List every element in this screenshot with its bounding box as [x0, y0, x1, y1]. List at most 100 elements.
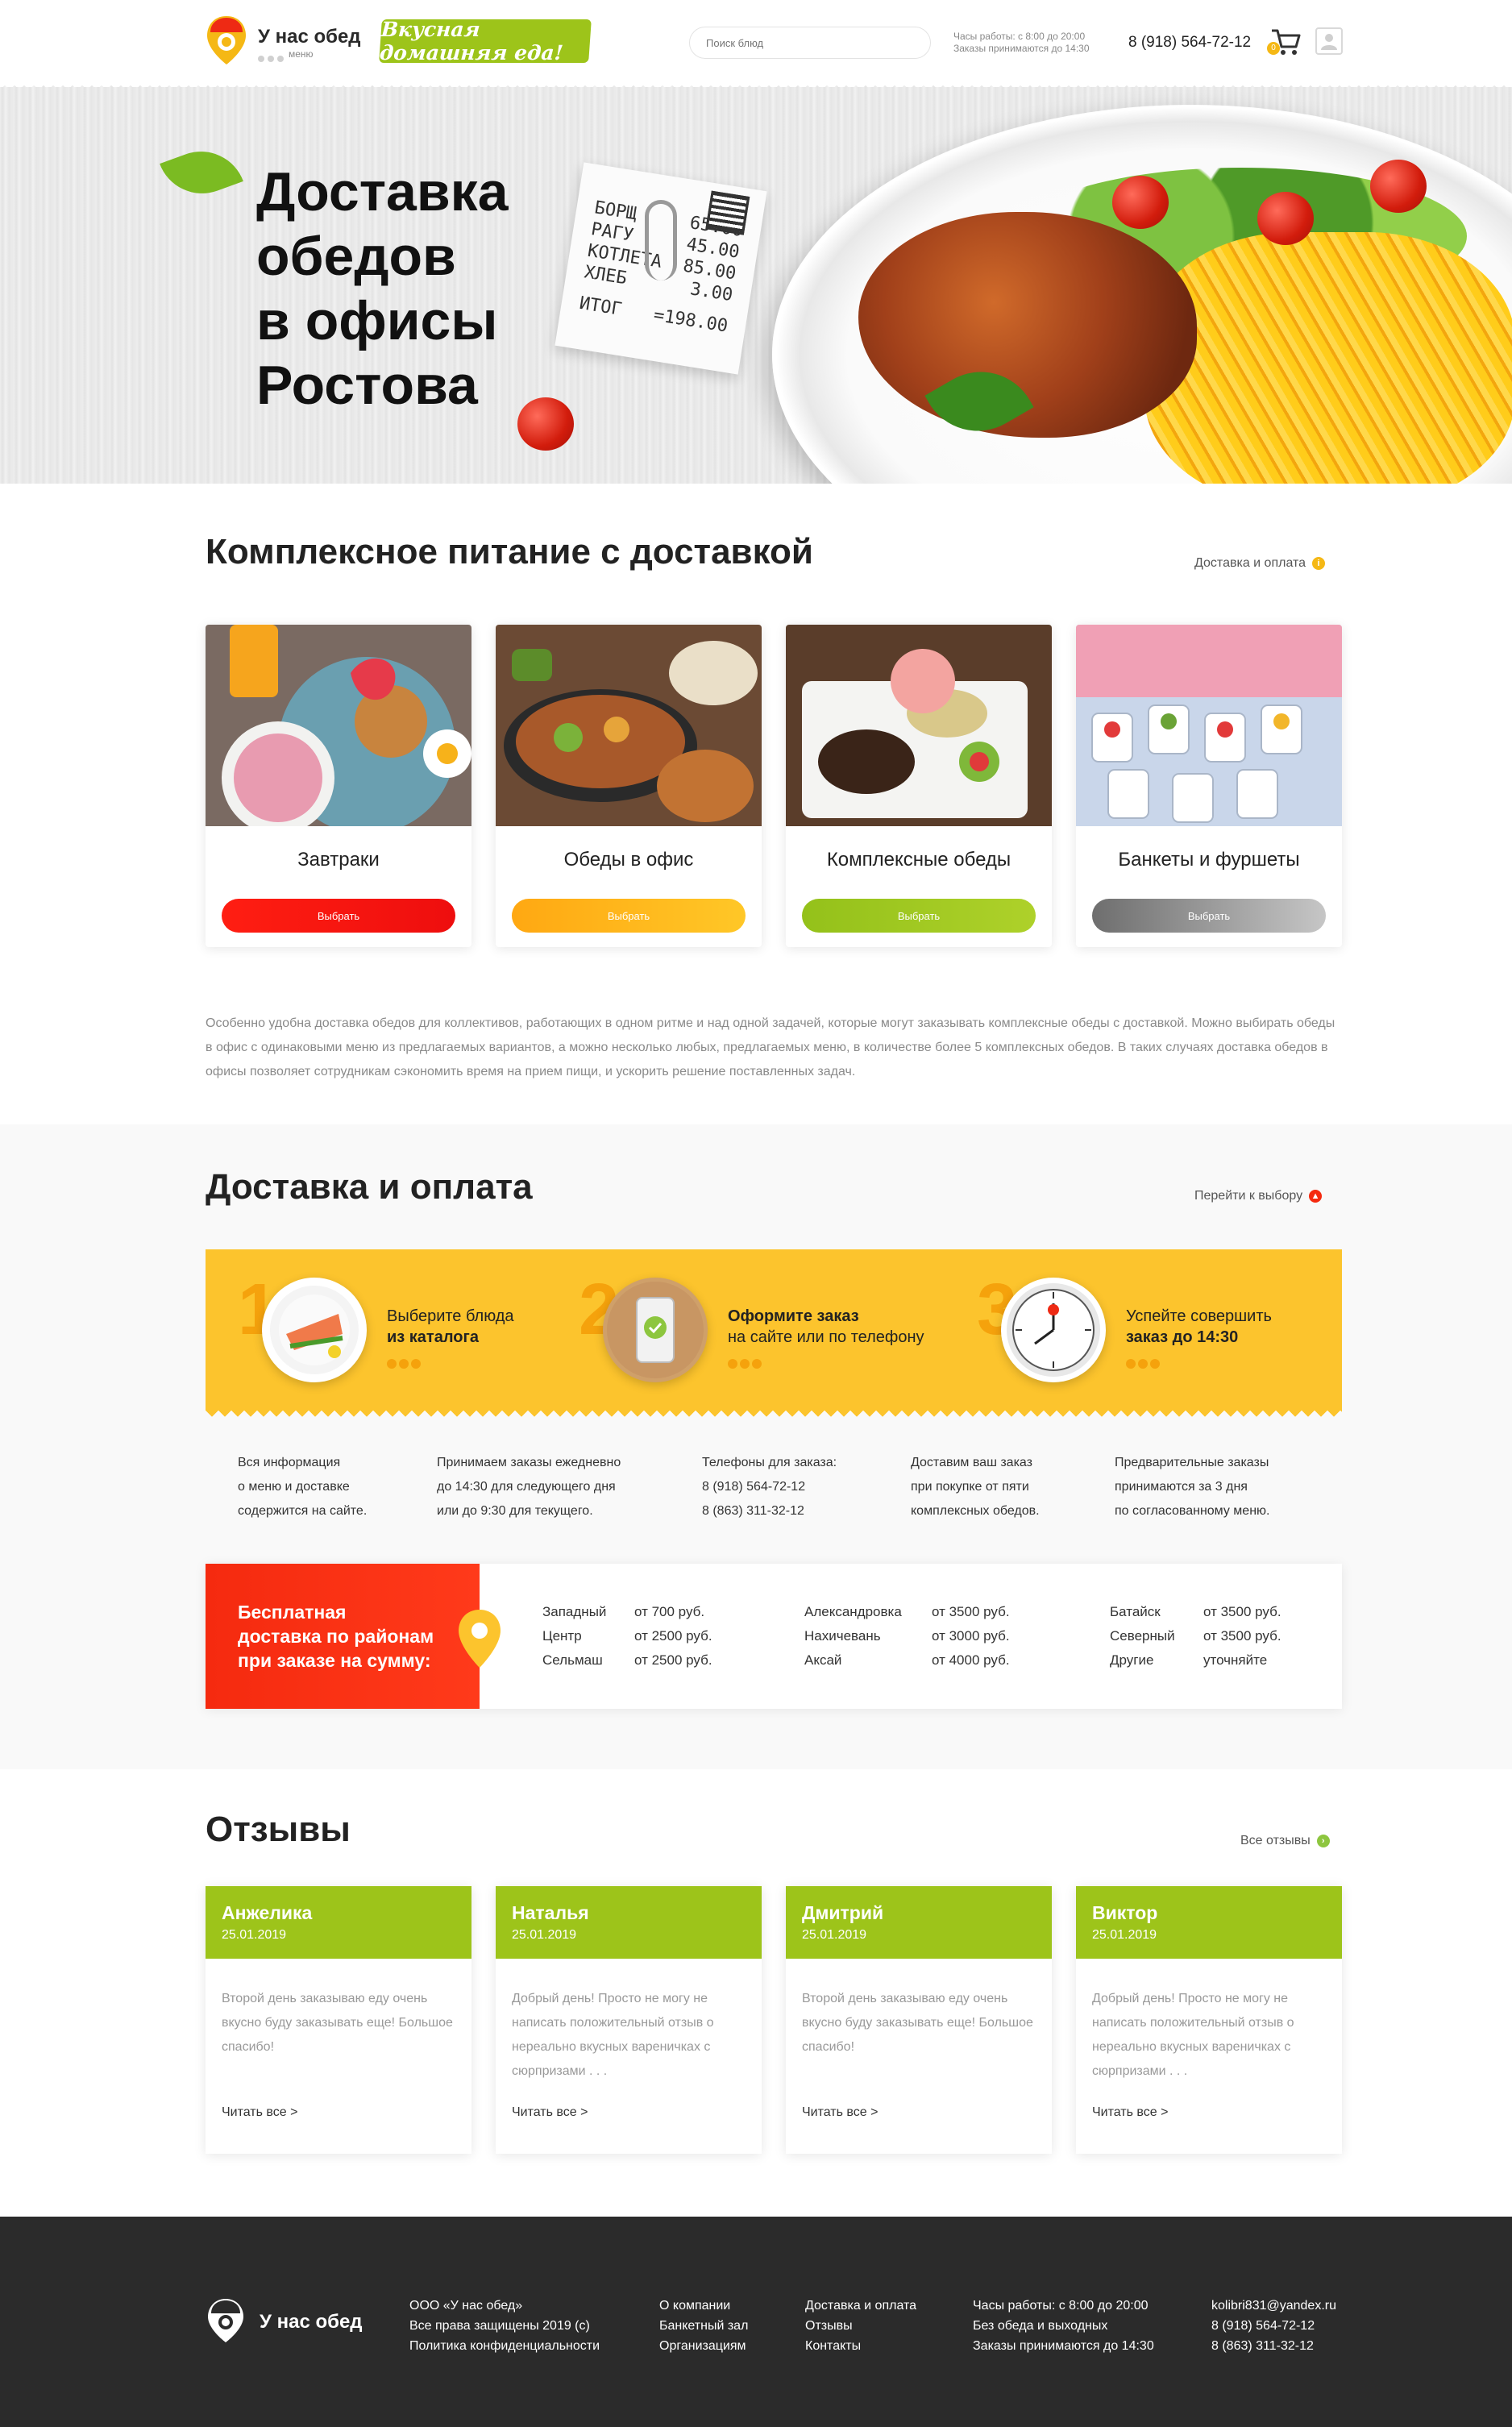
tomato-image	[1257, 192, 1314, 245]
review-header: Виктор 25.01.2019	[1076, 1886, 1342, 1959]
choose-button[interactable]: Выбрать	[802, 899, 1036, 933]
footer-link[interactable]: О компании	[659, 2296, 748, 2316]
review-date: 25.01.2019	[512, 1928, 577, 1942]
category-card-banquet[interactable]: Банкеты и фуршеты Выбрать	[1076, 625, 1342, 947]
footer-privacy-link[interactable]: Политика конфиденциальности	[409, 2336, 600, 2356]
review-author: Наталья	[512, 1902, 589, 1923]
hours-line: Часы работы: с 8:00 до 20:00	[953, 31, 1086, 42]
zone-name: Западный	[542, 1604, 607, 1619]
category-name: Обеды в офис	[563, 849, 694, 871]
all-reviews-link[interactable]: Все отзывы ›	[1240, 1834, 1330, 1848]
zone-name: Аксай	[804, 1652, 842, 1668]
info-icon: i	[1312, 557, 1326, 570]
step-dots	[1126, 1358, 1162, 1373]
delivery-payment-link[interactable]: Доставка и оплата i	[1194, 556, 1326, 571]
info-line[interactable]: 8 (918) 564-72-12	[702, 1475, 837, 1499]
info-line: Доставим ваш заказ	[911, 1456, 1032, 1469]
info-line: по согласованному меню.	[1115, 1504, 1270, 1518]
go-to-selection-link[interactable]: Перейти к выбору ▲	[1194, 1189, 1323, 1203]
review-text: Добрый день! Просто не могу не написать …	[512, 1992, 714, 2078]
zone-price: от 3500 руб.	[1203, 1604, 1281, 1619]
hero-title-line: обедов	[256, 226, 456, 287]
footer-phone-link[interactable]: 8 (918) 564-72-12	[1211, 2316, 1336, 2336]
zone-price: от 2500 руб.	[634, 1652, 712, 1668]
footer-text: Без обеда и выходных	[973, 2319, 1108, 2333]
footer-text: ООО «У нас обед»	[409, 2299, 523, 2313]
step-text-line: заказ до 14:30	[1126, 1328, 1239, 1346]
info-line: или до 9:30 для текущего.	[437, 1504, 593, 1518]
free-delivery-title: Бесплатная доставка по районам при заказ…	[238, 1600, 434, 1673]
category-card-breakfast[interactable]: Завтраки Выбрать	[206, 625, 471, 947]
footer-logo-icon[interactable]	[206, 2297, 246, 2344]
review-text: Добрый день! Просто не могу не написать …	[1092, 1992, 1294, 2078]
header-phone[interactable]: 8 (918) 564-72-12	[1128, 34, 1251, 52]
hero-title: Доставка обедов в офисы Ростова	[256, 160, 509, 418]
step-1: 1 Выберите блюда из каталога	[238, 1274, 576, 1386]
zone-name: Северный	[1110, 1628, 1175, 1644]
category-card-complex-lunch[interactable]: Комплексные обеды Выбрать	[786, 625, 1052, 947]
step-text: Оформите заказ на сайте или по телефону	[728, 1306, 924, 1348]
free-delivery-panel: Бесплатная доставка по районам при заказ…	[206, 1564, 1342, 1709]
hours-line: Заказы принимаются до 14:30	[953, 43, 1090, 54]
clock-graphic	[1007, 1283, 1100, 1377]
zone-names: Александровка Нахичевань Аксай	[804, 1600, 902, 1673]
free-title-line: при заказе на сумму:	[238, 1650, 431, 1671]
category-card-office-lunch[interactable]: Обеды в офис Выбрать	[496, 625, 762, 947]
delivery-title: Доставка и оплата	[206, 1167, 533, 1207]
footer-link[interactable]: Контакты	[805, 2336, 916, 2356]
steps-zigzag-edge	[206, 1407, 1342, 1419]
logo-title[interactable]: У нас обед	[258, 26, 361, 48]
link-label: Перейти к выбору	[1194, 1189, 1303, 1203]
cart-count-badge: 0	[1267, 42, 1280, 55]
info-line: комплексных обедов.	[911, 1504, 1040, 1518]
info-line[interactable]: 8 (863) 311-32-12	[702, 1499, 837, 1523]
info-line: до 14:30 для следующего дня	[437, 1480, 616, 1494]
user-icon[interactable]	[1315, 27, 1343, 55]
step-text-line: на сайте или по телефону	[728, 1328, 924, 1346]
reviews-title: Отзывы	[206, 1810, 351, 1849]
salmon-dish-graphic	[270, 1286, 359, 1374]
read-more-link[interactable]: Читать все >	[1092, 2105, 1168, 2120]
hero-zigzag-edge	[0, 79, 1512, 87]
footer-logo-title[interactable]: У нас обед	[260, 2311, 363, 2333]
info-line: о меню и доставке	[238, 1480, 350, 1494]
choose-button[interactable]: Выбрать	[222, 899, 455, 933]
read-more-link[interactable]: Читать все >	[512, 2105, 588, 2120]
office-lunch-image	[496, 625, 762, 826]
footer-hours: Часы работы: с 8:00 до 20:00 Без обеда и…	[973, 2296, 1154, 2356]
link-label: Все отзывы	[1240, 1834, 1311, 1847]
zone-name: Александровка	[804, 1604, 902, 1619]
read-more-link[interactable]: Читать все >	[222, 2105, 297, 2120]
leaf-decoration	[160, 139, 243, 206]
choose-button[interactable]: Выбрать	[512, 899, 746, 933]
tomato-image	[1112, 176, 1169, 229]
footer-link[interactable]: Отзывы	[805, 2316, 916, 2336]
footer-link[interactable]: Доставка и оплата	[805, 2296, 916, 2316]
free-delivery-banner: Бесплатная доставка по районам при заказ…	[206, 1564, 480, 1709]
review-text: Второй день заказываю еду очень вкусно б…	[802, 1992, 1033, 2054]
category-name: Завтраки	[297, 849, 380, 871]
logo-icon[interactable]	[204, 15, 249, 66]
review-author: Дмитрий	[802, 1902, 884, 1923]
link-label: Доставка и оплата	[1194, 556, 1306, 570]
info-line: содержится на сайте.	[238, 1504, 368, 1518]
zone-price: уточняйте	[1203, 1652, 1268, 1668]
zone-names: Западный Центр Сельмаш	[542, 1600, 606, 1673]
footer-link[interactable]: Банкетный зал	[659, 2316, 748, 2336]
footer-link[interactable]: Организациям	[659, 2336, 748, 2356]
tomato-decoration	[517, 397, 574, 451]
info-line: Предварительные заказы	[1115, 1456, 1269, 1469]
zone-price: от 3500 руб.	[932, 1604, 1010, 1619]
info-column: Принимаем заказы ежедневно до 14:30 для …	[437, 1451, 621, 1523]
footer-phone-link[interactable]: 8 (863) 311-32-12	[1211, 2336, 1336, 2356]
read-more-link[interactable]: Читать все >	[802, 2105, 878, 2120]
step-text-line: Успейте совершить	[1126, 1307, 1272, 1325]
zone-prices: от 3500 руб. от 3000 руб. от 4000 руб.	[932, 1600, 1010, 1673]
footer-email-link[interactable]: kolibri831@yandex.ru	[1211, 2296, 1336, 2316]
paperclip-icon	[645, 200, 677, 281]
hero-title-line: Ростова	[256, 355, 478, 416]
search-input[interactable]	[689, 27, 931, 59]
info-line: при покупке от пяти	[911, 1480, 1029, 1494]
review-author: Анжелика	[222, 1902, 313, 1923]
choose-button[interactable]: Выбрать	[1092, 899, 1326, 933]
